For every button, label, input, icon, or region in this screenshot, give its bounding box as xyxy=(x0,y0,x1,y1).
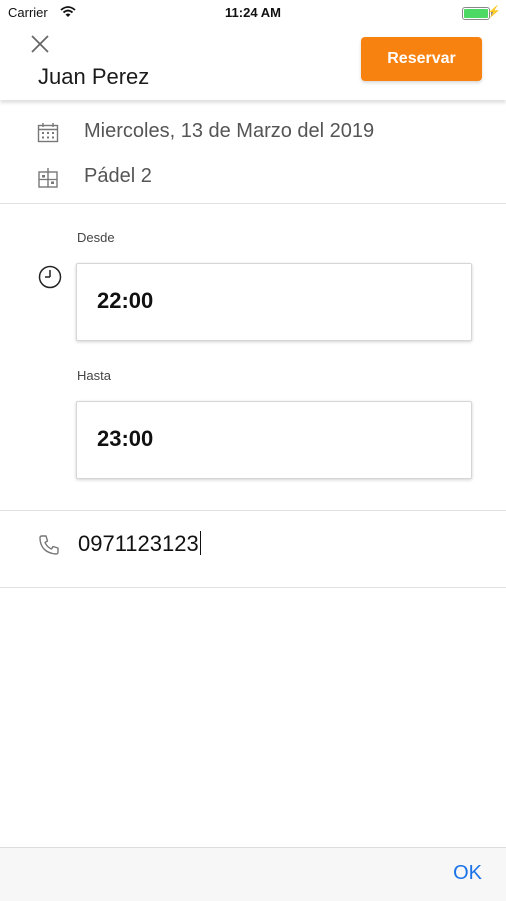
from-label: Desde xyxy=(77,230,115,245)
date-row: Miercoles, 13 de Marzo del 2019 xyxy=(0,114,506,154)
to-time-value: 23:00 xyxy=(97,426,154,451)
phone-input-value: 0971123123 xyxy=(78,531,199,556)
from-time-value: 22:00 xyxy=(97,288,154,313)
reserve-button[interactable]: Reservar xyxy=(361,37,482,81)
from-time-field[interactable]: 22:00 xyxy=(76,263,472,341)
divider xyxy=(0,510,506,511)
text-cursor xyxy=(199,531,201,555)
close-icon[interactable] xyxy=(26,30,54,58)
charging-icon: ⚡ xyxy=(487,6,501,18)
court-icon xyxy=(37,167,59,189)
to-time-field[interactable]: 23:00 xyxy=(76,401,472,479)
status-time: 11:24 AM xyxy=(225,5,281,20)
divider xyxy=(0,203,506,204)
court-text: Pádel 2 xyxy=(84,165,152,187)
divider xyxy=(0,587,506,588)
battery-icon xyxy=(462,7,493,20)
contact-name: Juan Perez xyxy=(38,64,150,89)
calendar-icon xyxy=(37,122,59,144)
phone-icon xyxy=(37,533,61,557)
date-text: Miercoles, 13 de Marzo del 2019 xyxy=(84,120,375,142)
court-row: Pádel 2 xyxy=(0,159,506,199)
header: Juan Perez Reservar xyxy=(0,26,506,100)
ok-button[interactable]: OK xyxy=(453,862,482,885)
clock-icon xyxy=(37,264,63,290)
battery-fill xyxy=(464,9,488,18)
to-label: Hasta xyxy=(77,368,111,383)
status-bar: Carrier 11:24 AM ⚡ xyxy=(0,0,506,26)
keyboard-accessory-bar: OK xyxy=(0,847,506,901)
phone-input[interactable]: 0971123123 xyxy=(78,531,201,557)
